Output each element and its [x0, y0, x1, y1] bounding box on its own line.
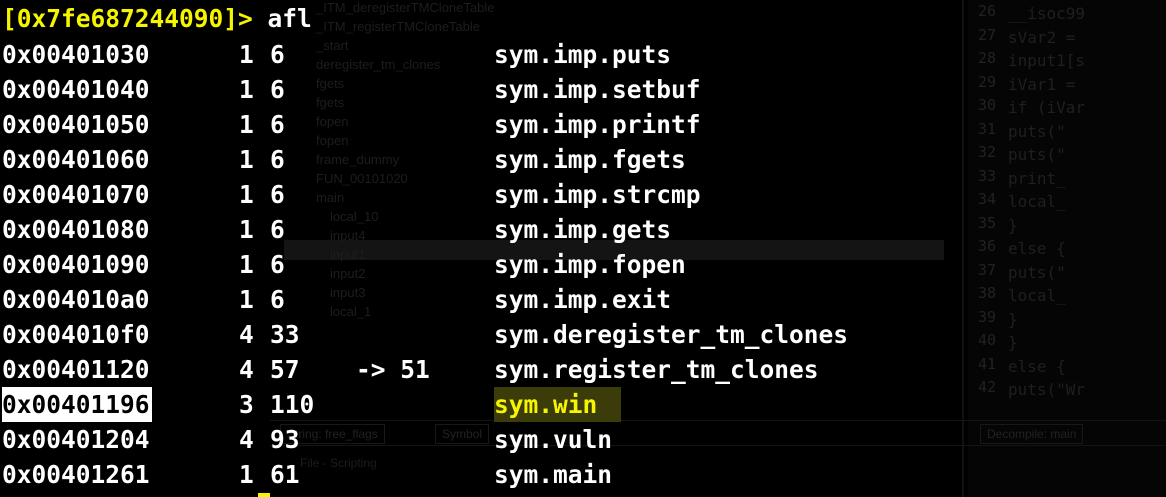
function-address: 0x00401050 [2, 110, 150, 139]
function-name: sym.vuln [494, 425, 613, 454]
function-address: 0x00401040 [2, 75, 150, 104]
function-address: 0x00401070 [2, 180, 150, 209]
function-size: 110 [270, 390, 315, 419]
function-name: sym.imp.exit [494, 285, 672, 314]
function-size: 6 [270, 75, 285, 104]
function-address: 0x00401261 [2, 460, 150, 489]
function-basic-blocks: 1 [239, 110, 254, 139]
function-basic-blocks: 3 [239, 390, 254, 419]
function-arrow: -> 51 [356, 355, 430, 384]
function-name: sym.imp.gets [494, 215, 672, 244]
function-size: 93 [270, 425, 300, 454]
next-prompt-marker [258, 493, 270, 497]
function-size: 61 [270, 460, 300, 489]
function-basic-blocks: 4 [239, 355, 254, 384]
prompt-command: afl [267, 4, 312, 33]
function-size: 6 [270, 285, 285, 314]
function-name: sym.win [494, 387, 622, 422]
function-basic-blocks: 1 [239, 180, 254, 209]
function-basic-blocks: 1 [239, 460, 254, 489]
function-name: sym.main [494, 460, 613, 489]
function-size: 6 [270, 180, 285, 209]
function-name: sym.imp.fopen [494, 250, 686, 279]
function-basic-blocks: 1 [239, 285, 254, 314]
function-name: sym.deregister_tm_clones [494, 320, 849, 349]
function-name: sym.imp.puts [494, 40, 672, 69]
function-address: 0x004010f0 [2, 320, 150, 349]
function-address: 0x00401204 [2, 425, 150, 454]
function-name: sym.imp.fgets [494, 145, 686, 174]
function-name: sym.imp.setbuf [494, 75, 701, 104]
prompt-address: [0x7fe687244090]> [2, 4, 253, 33]
function-address: 0x00401030 [2, 40, 150, 69]
function-basic-blocks: 1 [239, 215, 254, 244]
function-address: 0x00401090 [2, 250, 150, 279]
function-size: 6 [270, 145, 285, 174]
function-size: 6 [270, 215, 285, 244]
function-address: 0x004010a0 [2, 285, 150, 314]
function-address: 0x00401080 [2, 215, 150, 244]
function-address: 0x00401060 [2, 145, 150, 174]
function-basic-blocks: 1 [239, 145, 254, 174]
function-basic-blocks: 1 [239, 75, 254, 104]
function-address: 0x00401120 [2, 355, 150, 384]
prompt-line: [0x7fe687244090]> afl [2, 2, 312, 36]
function-basic-blocks: 1 [239, 250, 254, 279]
function-size: 6 [270, 110, 285, 139]
function-basic-blocks: 1 [239, 40, 254, 69]
terminal-window: _ITM_deregisterTMCloneTable _ITM_register… [0, 0, 1166, 497]
terminal-output[interactable]: [0x7fe687244090]> afl 0x00401030 1 6 sym.im… [0, 0, 1166, 497]
function-basic-blocks: 4 [239, 320, 254, 349]
function-size: 33 [270, 320, 300, 349]
function-size: 57 [270, 355, 300, 384]
function-name: sym.imp.printf [494, 110, 701, 139]
function-name: sym.register_tm_clones [494, 355, 819, 384]
function-size: 6 [270, 40, 285, 69]
function-size: 6 [270, 250, 285, 279]
function-name: sym.imp.strcmp [494, 180, 701, 209]
function-basic-blocks: 4 [239, 425, 254, 454]
function-address: 0x00401196 [2, 387, 152, 422]
